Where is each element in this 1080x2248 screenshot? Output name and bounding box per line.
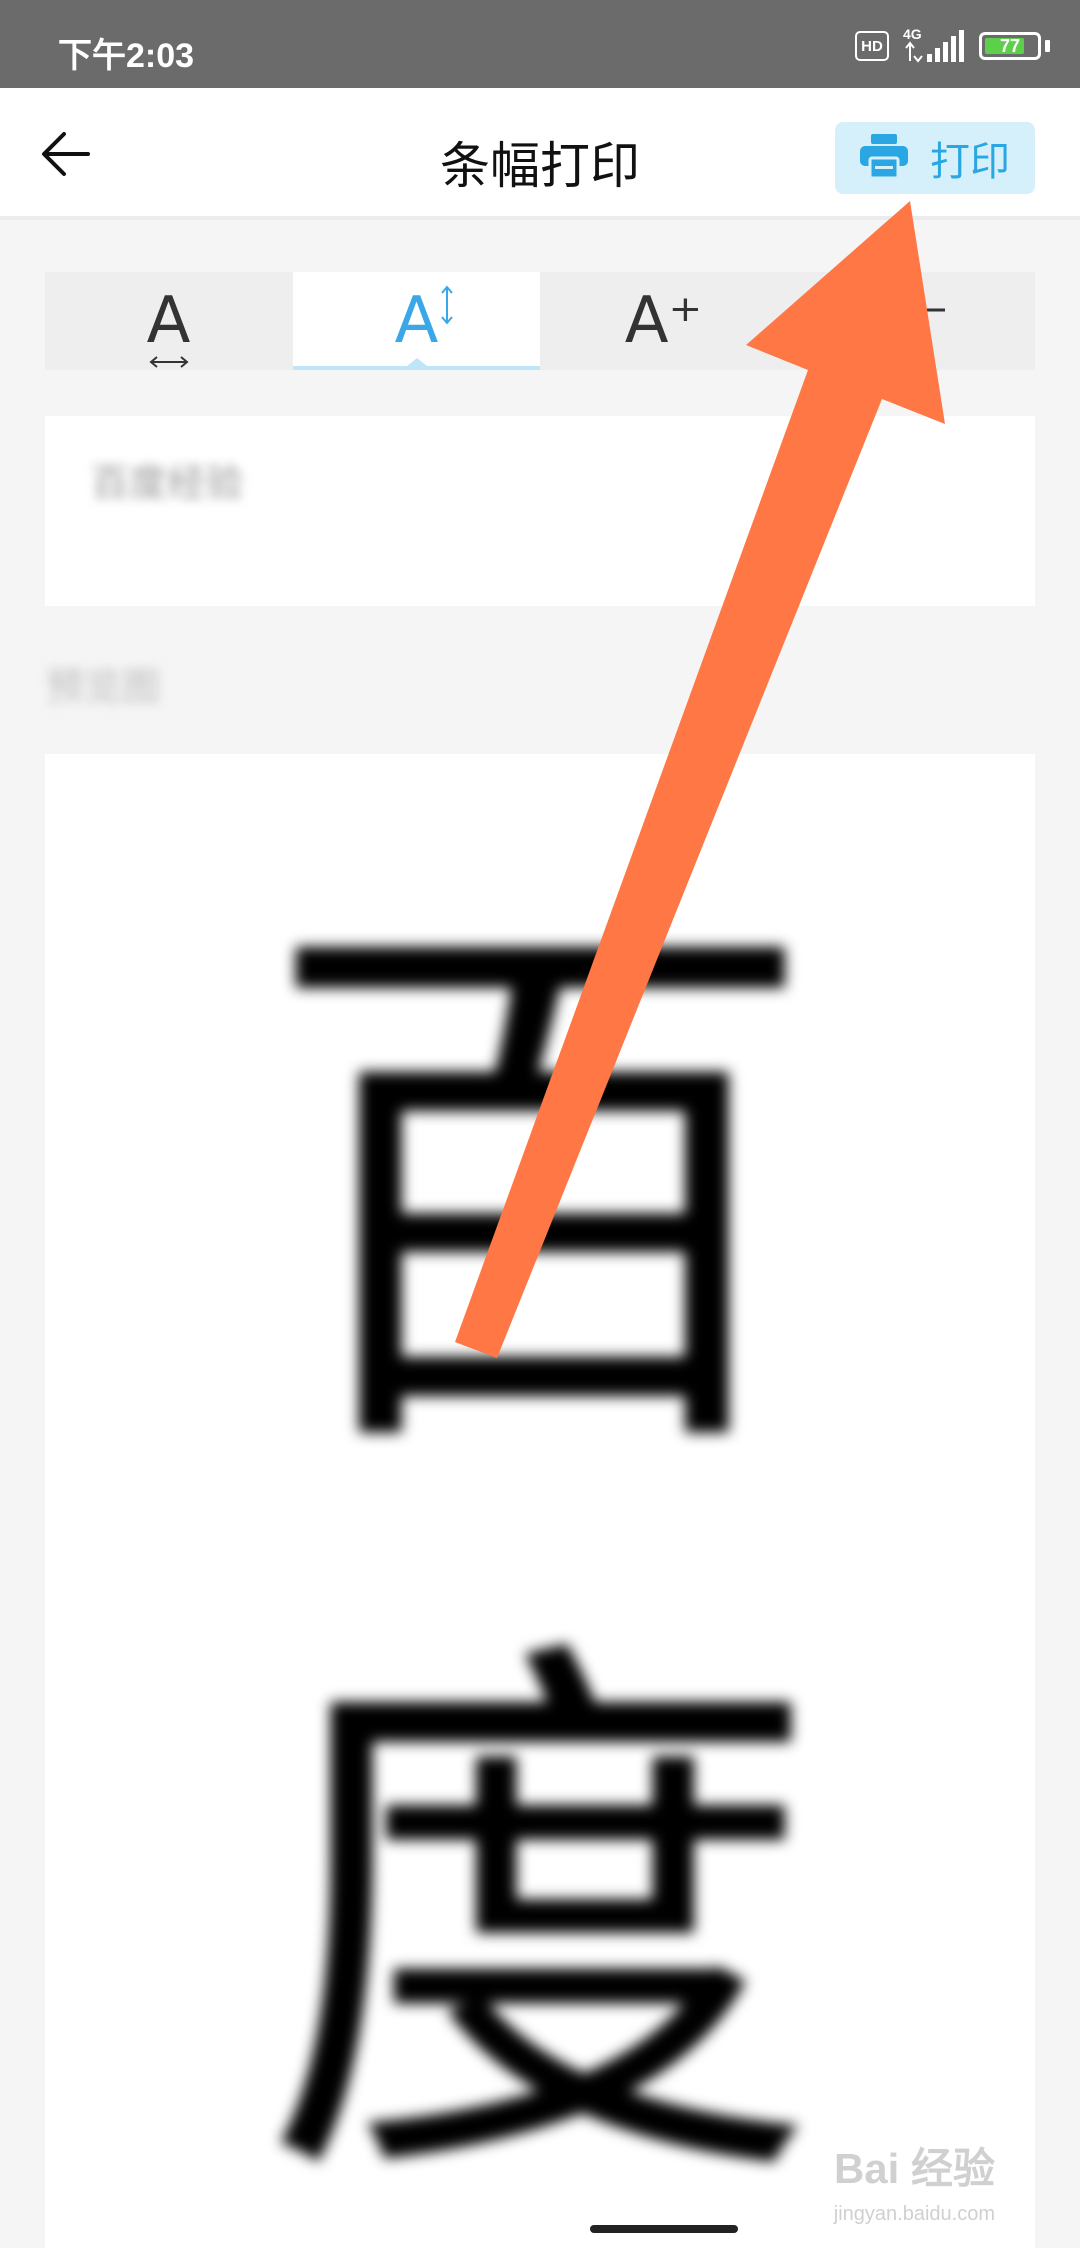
banner-text-value: 百度经验 — [91, 461, 244, 505]
signal-icon: 4G — [903, 26, 965, 64]
letter-spacing-icon: A — [147, 289, 190, 368]
preview-character: 度 — [260, 1598, 820, 2248]
line-height-icon: A — [395, 285, 454, 353]
format-toolbar: A A A⁺ A⁻ — [45, 272, 1035, 370]
watermark: Bai 经验 jingyan.baidu.com — [833, 2135, 995, 2225]
status-bar: 下午2:03 HD 4G 77 — [0, 0, 1080, 88]
print-button-label: 打印 — [930, 139, 1010, 185]
status-icons: HD 4G 77 — [855, 26, 1050, 66]
print-button[interactable]: 打印 — [835, 122, 1035, 194]
watermark-brand: Bai 经验 — [833, 2145, 995, 2192]
preview-character: 百 — [260, 868, 820, 1520]
watermark-url: jingyan.baidu.com — [833, 2203, 995, 2225]
battery-level: 77 — [999, 35, 1021, 56]
banner-text-input[interactable]: 百度经验 — [45, 416, 1035, 606]
tool-font-size-increase[interactable]: A⁺ — [540, 272, 787, 370]
font-size-decrease-icon: A⁻ — [871, 284, 950, 358]
home-indicator[interactable] — [590, 2225, 738, 2233]
status-time: 下午2:03 — [58, 37, 195, 75]
font-size-increase-icon: A⁺ — [624, 284, 703, 358]
preview-section-label: 预览图 — [46, 665, 161, 709]
printer-icon — [860, 134, 908, 182]
app-bar: 条幅打印 打印 — [0, 88, 1080, 220]
active-tab-underline — [293, 366, 540, 370]
battery-cap — [1045, 40, 1050, 52]
tool-letter-spacing[interactable]: A — [45, 272, 292, 370]
tool-font-size-decrease[interactable]: A⁻ — [787, 272, 1034, 370]
tool-line-height[interactable]: A — [293, 272, 540, 370]
banner-preview: 百 度 Bai 经验 jingyan.baidu.com — [45, 754, 1035, 2248]
hd-icon: HD — [855, 31, 889, 61]
battery-icon: 77 — [979, 32, 1041, 60]
